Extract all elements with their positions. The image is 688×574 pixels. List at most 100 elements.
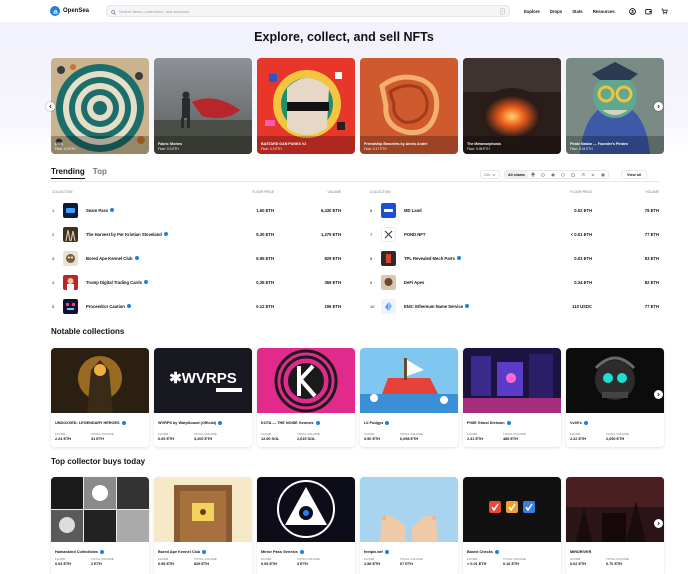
timeframe-dropdown[interactable]: 24h [480,170,500,179]
chevron-down-icon [492,173,496,176]
collection-card[interactable]: UNDOXXED: LEGENDARY HEROES FLOOR TOTAL V… [51,348,149,447]
tab-top[interactable]: Top [93,167,107,179]
collection-card[interactable]: Lil Pudgys FLOOR TOTAL VOLUME 0.50 ETH 6… [360,348,458,447]
nav-drops[interactable]: Drops [550,9,562,14]
floor-label: FLOOR [261,557,272,561]
hero-card[interactable]: Friendship Bracelets by Alexis André Flo… [360,58,458,154]
collection-card-image [257,477,355,542]
hero-carousel-prev-button[interactable] [46,102,55,111]
view-all-button[interactable]: View all [620,170,647,179]
timeframe-value: 24h [484,172,490,177]
notable-carousel-next-button[interactable] [654,390,663,399]
floor-price: 0.34 ETH [574,279,592,285]
collection-thumbnail [63,250,78,266]
chain-base-button[interactable] [588,171,598,178]
chain-arbitrum-button[interactable] [558,171,568,178]
collection-name: TPL Revealed Mech Parts [404,256,461,261]
chain-all-button[interactable]: All chains [505,171,528,178]
verified-badge-icon [506,421,511,425]
collection-card-name: KOTA — THE NOISE Genesis [261,421,351,425]
floor-price: 110 USDC [572,303,592,309]
hero-card-image [154,58,252,154]
collection-thumbnail [381,226,396,242]
opensea-logo-icon [50,6,60,16]
collection-name: Seam Pass [86,208,115,213]
profile-icon[interactable] [629,7,637,15]
collection-card[interactable]: Bored Ape Kennel Club FLOOR TOTAL VOLUME… [154,477,252,574]
collection-card[interactable]: Mirror Pass Genesis FLOOR TOTAL VOLUME 0… [257,477,355,574]
floor-value: 2.58 ETH [364,562,381,566]
volume-value: 6,098 ETH [400,437,419,441]
hero-carousel-next-button[interactable] [654,102,663,111]
verified-badge-icon [110,208,115,212]
collection-card-image [51,348,149,413]
hero-card-name: Pirate Nation — Founder's Pirates [570,142,628,146]
table-row[interactable]: 8 TPL Revealed Mech Parts 0.03 ETH 83 ET… [369,246,659,270]
volume-value: 77 ETH [644,231,659,237]
rank-number: 3 [52,255,55,261]
volume-value: 829 ETH [194,562,209,566]
base-icon [591,173,595,176]
table-row[interactable]: 10 ENS: Ethereum Name Service 110 USDC 7… [369,294,659,318]
floor-price: 0.12 ETH [256,303,274,309]
table-row[interactable]: 4 Trump Digital Trading Cards 0.35 ETH 3… [51,270,341,294]
table-row[interactable]: 7 POND NFT < 0.01 ETH 77 ETH [369,222,659,246]
search-shortcut-key: / [499,7,505,15]
collection-card-body: Vv00's FLOOR TOTAL VOLUME 2.22 ETH 2,090… [566,418,664,447]
collector-carousel-next-button[interactable] [654,519,663,528]
collection-card[interactable]: feetpix.wtf FLOOR TOTAL VOLUME 2.58 ETH … [360,477,458,574]
volume-value: 2,615 SOL [297,437,316,441]
chain-polygon-button[interactable] [538,171,548,178]
hero-card[interactable]: Pirate Nation — Founder's Pirates Floor:… [566,58,664,154]
ranking-tabs: Trending Top [51,167,107,179]
hero-card[interactable]: The Metamorphosis Floor: 0.05 ETH [463,58,561,154]
table-row[interactable]: 6 MD Land 0.02 ETH 79 ETH [369,198,659,222]
tab-trending[interactable]: Trending [51,167,85,179]
volume-label: TOTAL VOLUME [606,557,629,561]
hero-card[interactable]: BASTARD GAN PUNKS V2 Floor: 0.0 ETH [257,58,355,154]
nav-resources[interactable]: Resources [593,9,615,14]
search-icon [111,2,116,20]
floor-value: 6.95 ETH [158,562,175,566]
floor-value: 0.50 ETH [364,437,381,441]
table-row[interactable]: 3 Bored Ape Kennel Club 6.95 ETH 829 ETH [51,246,341,270]
rank-number: 5 [52,303,55,309]
hero-card[interactable]: Fabric Stories Floor: 0.0 ETH [154,58,252,154]
collection-card-body: Lil Pudgys FLOOR TOTAL VOLUME 0.50 ETH 6… [360,418,458,447]
search-input[interactable] [119,8,497,14]
nav-explore[interactable]: Explore [524,9,540,14]
hero-card[interactable]: DOS Floor: 0.0 ETH [51,58,149,154]
table-row[interactable]: 9 DeFi Apes 0.34 ETH 82 ETH [369,270,659,294]
collection-card-image [566,348,664,413]
collection-card[interactable]: Humankind Collectibles FLOOR TOTAL VOLUM… [51,477,149,574]
collection-card-body: KOTA — THE NOISE Genesis FLOOR TOTAL VOL… [257,418,355,447]
chain-solana-button[interactable] [598,171,608,178]
polygon-icon [541,173,545,176]
collection-card[interactable]: Based Checks FLOOR TOTAL VOLUME < 0.01 E… [463,477,561,574]
collection-card-body: MIRDRIVER FLOOR TOTAL VOLUME 0.02 ETH 0.… [566,547,664,574]
table-row[interactable]: 5 Proceedru! Caution 0.12 ETH 196 ETH [51,294,341,318]
search-bar[interactable]: / [106,5,510,17]
verified-badge-icon [126,304,131,308]
collection-card-body: Humankind Collectibles FLOOR TOTAL VOLUM… [51,547,149,574]
collection-card[interactable]: KOTA — THE NOISE Genesis FLOOR TOTAL VOL… [257,348,355,447]
collection-thumbnail [381,298,396,314]
wallet-icon[interactable] [645,7,653,15]
chain-klaytn-button[interactable] [548,171,558,178]
volume-value: 196 ETH [324,303,341,309]
nav-stats[interactable]: Stats [572,9,583,14]
opensea-logo[interactable]: OpenSea [50,6,98,16]
collection-card[interactable]: Vv00's FLOOR TOTAL VOLUME 2.22 ETH 2,090… [566,348,664,447]
verified-badge-icon [144,280,149,284]
collection-card-name: Lil Pudgys [364,421,454,425]
collection-card[interactable]: MIRDRIVER FLOOR TOTAL VOLUME 0.02 ETH 0.… [566,477,664,574]
chain-zora-button[interactable] [578,171,588,178]
chain-optimism-button[interactable] [568,171,578,178]
collection-card[interactable]: ✱WVRPS WVRPS by WarpSound (Official) FLO… [154,348,252,447]
cart-icon[interactable] [661,7,669,15]
top-nav-bar: OpenSea / Explore Drops Stats Resources [0,0,688,22]
table-row[interactable]: 1 Seam Pass 1.60 ETH 6,430 ETH [51,198,341,222]
collection-card[interactable]: PIXIE Ghost Division FLOOR TOTAL VOLUME … [463,348,561,447]
chain-ethereum-button[interactable] [528,171,538,178]
table-row[interactable]: 2 The Harvest by Per Kristian Stoveland … [51,222,341,246]
